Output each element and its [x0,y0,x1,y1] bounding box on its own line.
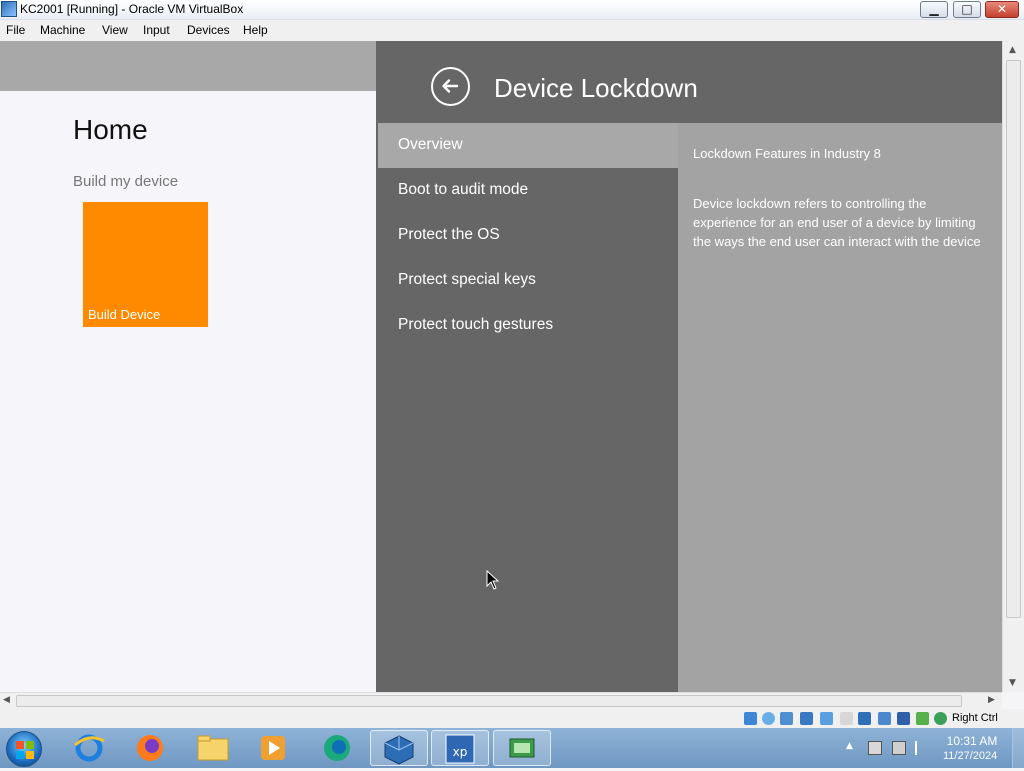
build-device-tile[interactable]: Build Device [83,202,208,327]
menu-machine[interactable]: Machine [40,23,85,37]
scroll-up-arrow-icon[interactable]: ▲ [1009,45,1016,55]
edge-icon [324,735,350,761]
windows-start-icon [16,741,34,759]
windows-xp-vm-icon: xp [445,734,475,764]
content-heading: Lockdown Features in Industry 8 [693,146,881,161]
mouse-integration-icon[interactable] [916,712,929,725]
menu-help[interactable]: Help [243,23,268,37]
taskbar-media-player[interactable] [250,730,296,766]
home-title: Home [73,114,148,145]
horizontal-scroll-thumb[interactable] [16,695,962,707]
shared-folders-icon[interactable] [840,712,853,725]
content-line: Device lockdown refers to controlling th… [693,196,927,211]
device-lockdown-panel: Device Lockdown Overview Boot to audit m… [376,41,1002,692]
menu-file[interactable]: File [6,23,25,37]
scroll-left-arrow-icon[interactable]: ◀ [3,695,10,705]
close-button[interactable]: ✕ [985,1,1019,18]
back-button[interactable] [431,67,470,106]
show-hidden-icons-icon[interactable]: ▲ [846,741,860,755]
vm-status-bar: Right Ctrl [0,709,1024,728]
host-key-label: Right Ctrl [952,712,998,724]
home-subtitle: Build my device [73,173,179,190]
back-arrow-icon [442,79,459,93]
keyboard-capture-icon[interactable] [934,712,947,725]
lockdown-nav: Overview Boot to audit mode Protect the … [378,123,678,692]
clock-time[interactable]: 10:31 AM [946,734,998,748]
window-titlebar: KC2001 [Running] - Oracle VM VirtualBox … [0,0,1024,20]
firefox-icon [137,735,163,761]
svg-text:xp: xp [453,745,468,759]
show-desktop-button[interactable] [1012,728,1024,768]
nav-item-boot-audit-mode[interactable]: Boot to audit mode [378,168,678,213]
menu-view[interactable]: View [102,23,128,37]
volume-muted-icon[interactable] [892,741,906,755]
nav-item-overview[interactable]: Overview [378,123,678,168]
taskbar-firefox[interactable] [127,730,173,766]
nav-item-label: Boot to audit mode [398,181,529,198]
vertical-scroll-thumb[interactable] [1006,60,1021,618]
action-center-flag-icon[interactable] [915,741,929,755]
virtualbox-icon [384,735,414,765]
network-status-icon[interactable] [868,741,882,755]
scroll-down-arrow-icon[interactable]: ▼ [1009,678,1016,688]
nav-item-protect-touch-gestures[interactable]: Protect touch gestures [378,303,678,348]
file-explorer-icon [197,735,229,761]
nav-item-label: Protect the OS [398,226,500,243]
virtualization-icon[interactable] [897,712,910,725]
vertical-scrollbar[interactable]: ▲ ▼ [1002,41,1024,692]
mouse-cursor-icon [486,570,500,590]
hard-disk-icon[interactable] [744,712,757,725]
nav-item-label: Protect touch gestures [398,316,554,333]
overview-content: Lockdown Features in Industry 8 Device l… [678,123,1002,692]
horizontal-scrollbar[interactable]: ◀ ▶ [0,692,1002,709]
nav-item-protect-special-keys[interactable]: Protect special keys [378,258,678,303]
recording-icon[interactable] [878,712,891,725]
minimize-icon: ▁ [929,2,939,16]
menu-input[interactable]: Input [143,23,170,37]
menu-devices[interactable]: Devices [187,23,230,37]
usb-icon[interactable] [820,712,833,725]
guest-screen: Home Build my device Build Device Device… [0,41,1002,692]
start-button[interactable] [6,731,42,767]
content-line: the ways the end user can interact with … [693,234,981,249]
internet-explorer-icon [74,734,105,762]
content-line: experience for an end user of a device b… [693,215,976,230]
nav-item-label: Overview [398,136,463,153]
build-device-tile-label: Build Device [88,307,161,322]
panel-title: Device Lockdown [494,73,698,103]
clock-date[interactable]: 11/27/2024 [943,750,997,762]
nav-item-protect-os[interactable]: Protect the OS [378,213,678,258]
nav-item-label: Protect special keys [398,271,536,288]
window-title: KC2001 [Running] - Oracle VM VirtualBox [20,2,244,16]
taskbar-file-explorer[interactable] [190,730,236,766]
panel-header: Device Lockdown [376,41,1002,123]
taskbar-virtualbox[interactable] [370,730,428,766]
maximize-button[interactable]: □ [953,1,981,18]
content-body: Device lockdown refers to controlling th… [693,194,1002,251]
taskbar-network-app[interactable] [493,730,551,766]
taskbar-edge[interactable] [314,730,360,766]
minimize-button[interactable]: ▁ [920,1,948,18]
optical-drive-icon[interactable] [762,712,775,725]
media-player-icon [261,736,285,760]
network-icon[interactable] [800,712,813,725]
menu-bar: File Machine View Input Devices Help [0,20,1024,41]
network-app-icon [509,738,535,758]
display-icon[interactable] [858,712,871,725]
taskbar-windows-xp-vm[interactable]: xp [431,730,489,766]
taskbar-internet-explorer[interactable] [66,730,112,766]
maximize-icon: □ [961,2,973,16]
home-header-strip [0,41,376,91]
audio-icon[interactable] [780,712,793,725]
close-icon: ✕ [996,2,1008,16]
scroll-right-arrow-icon[interactable]: ▶ [988,695,995,705]
virtualbox-app-icon [1,1,17,17]
windows-taskbar: xp ▲ 10:31 AM 11/27/2024 [0,728,1024,768]
